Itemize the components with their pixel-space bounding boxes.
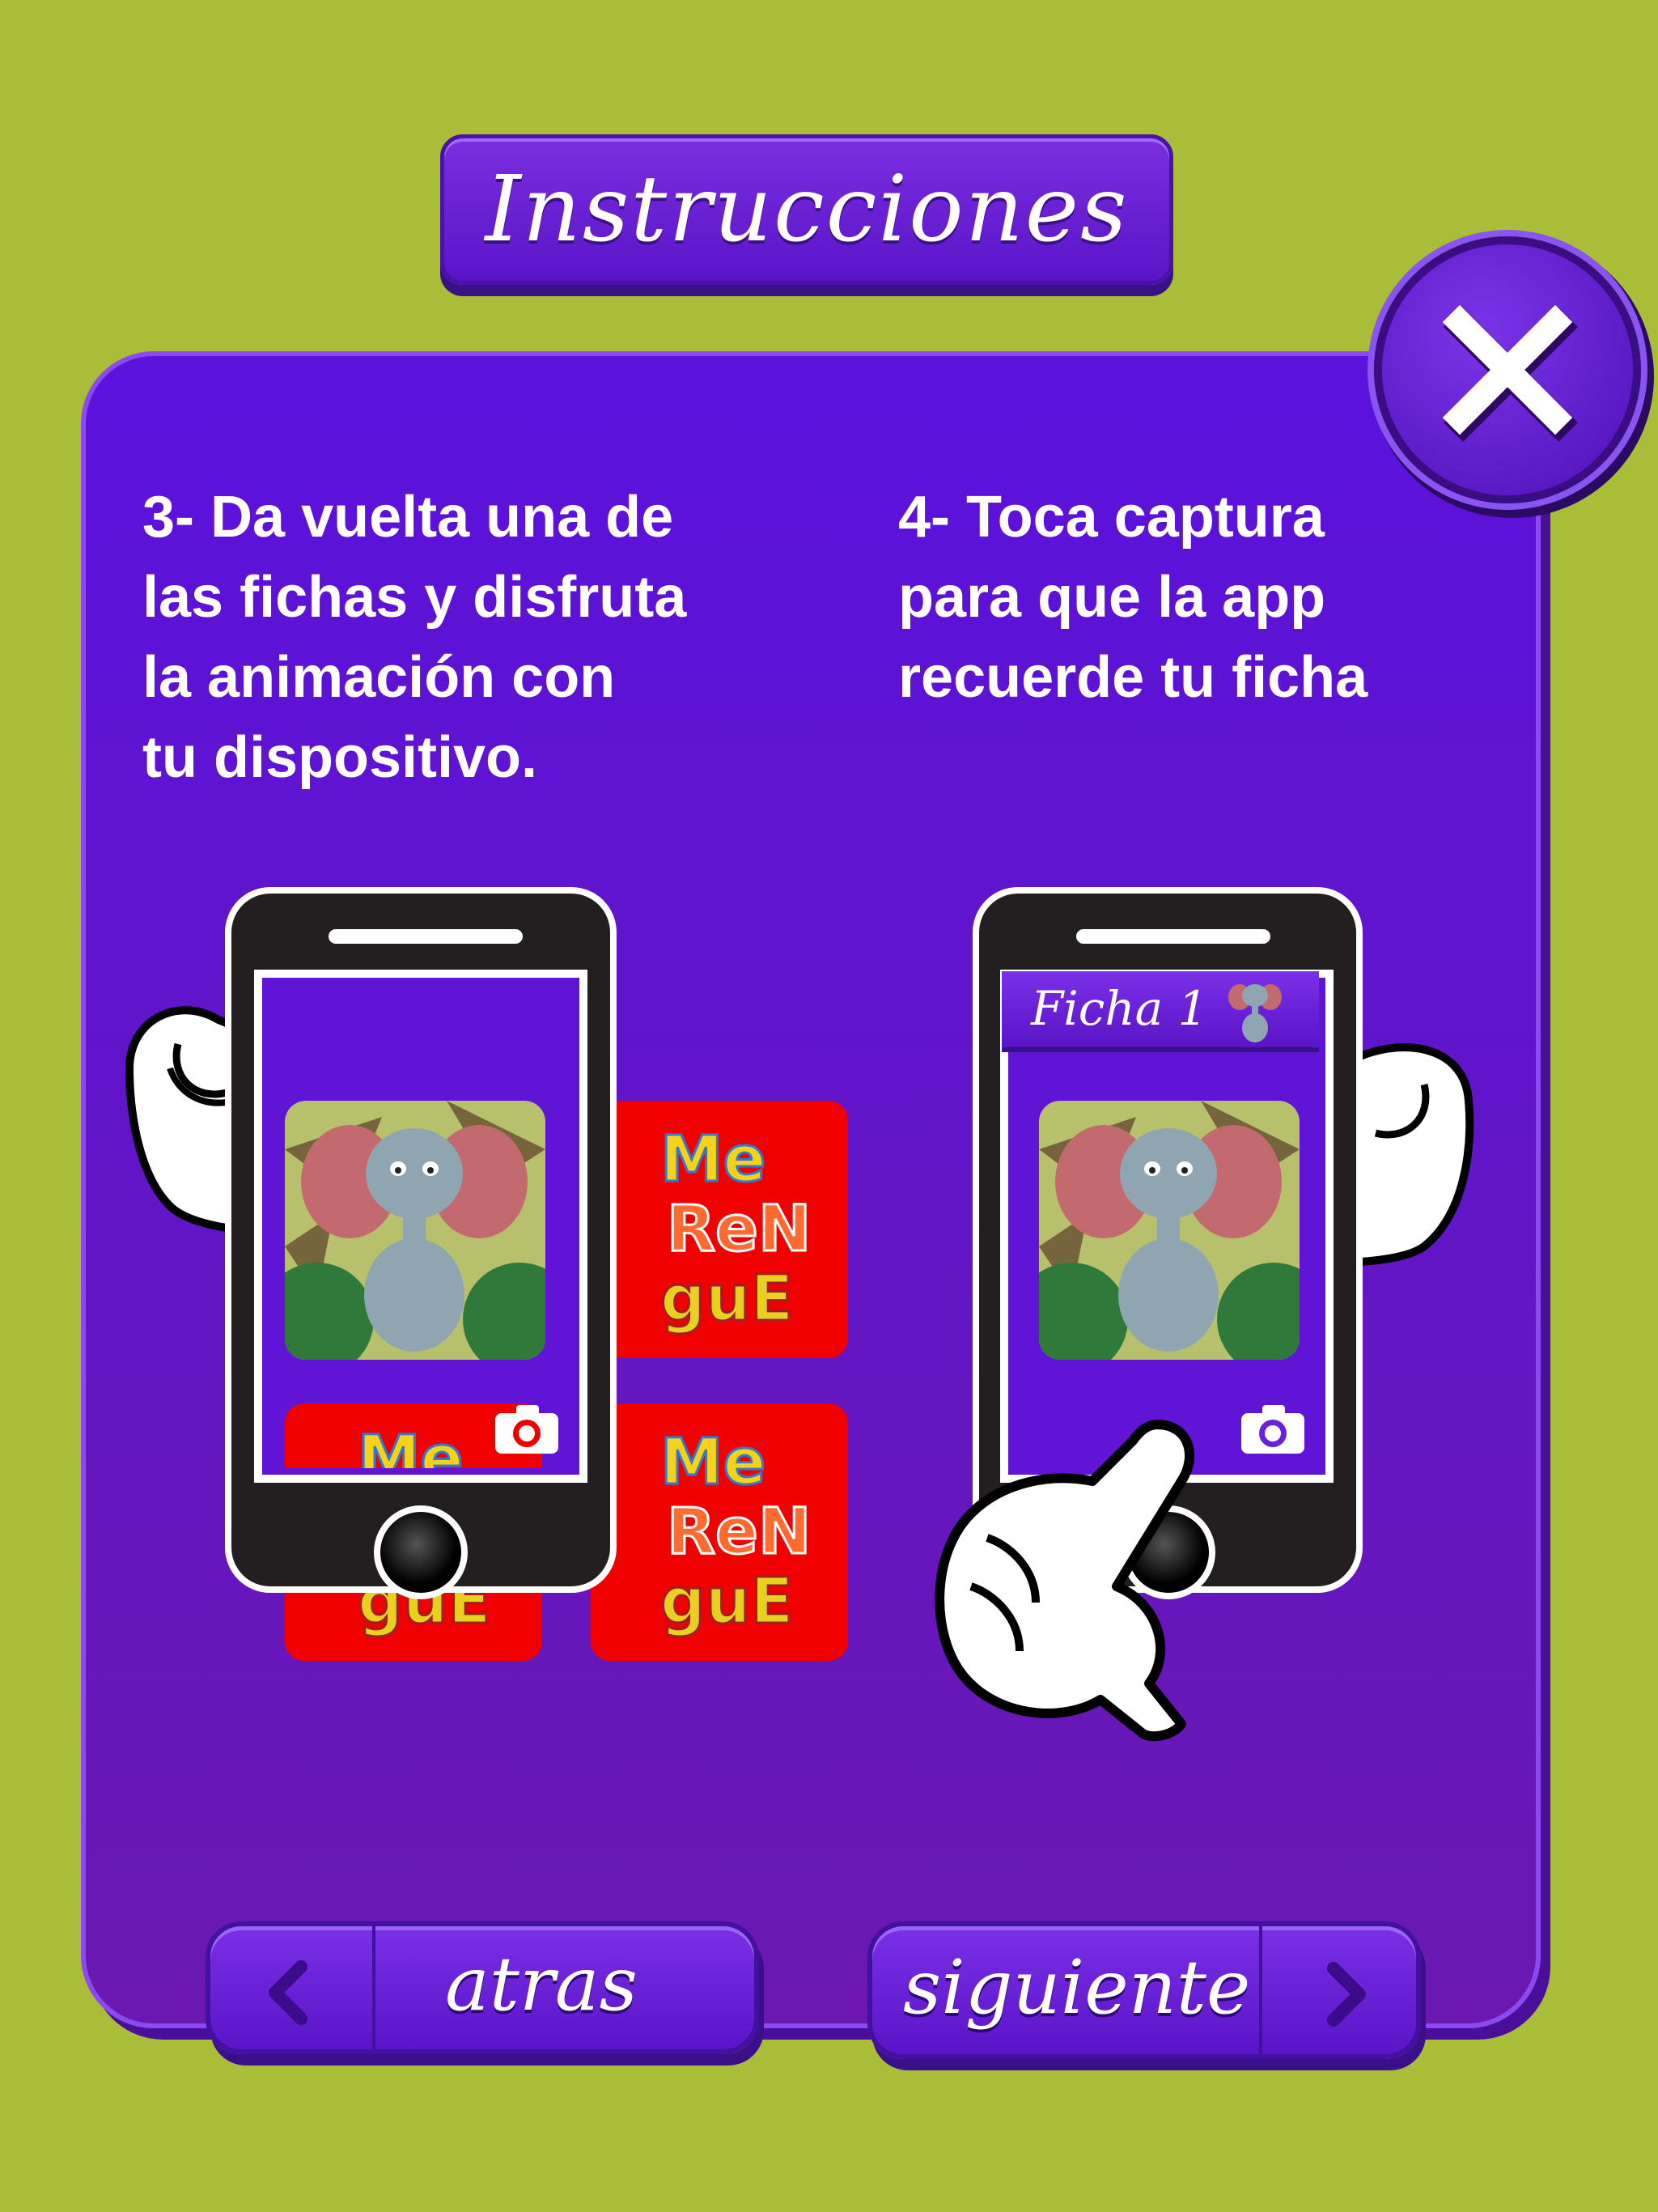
pointing-hand-icon <box>935 1420 1194 1742</box>
phone-speaker <box>1076 929 1270 944</box>
elephant-illustration <box>1039 1101 1300 1360</box>
button-divider <box>1259 1926 1262 2054</box>
phone-speaker <box>329 929 523 944</box>
memory-card: Me ReN guE <box>591 1101 848 1358</box>
next-label: siguiente <box>903 1944 1251 2031</box>
page-title: Instrucciones <box>485 157 1129 262</box>
card-label-bar: Ficha 1 <box>1002 971 1319 1047</box>
step-4-text: 4- Toca captura para que la app recuerde… <box>898 485 1368 710</box>
phone-right-screen-content: Ficha 1 <box>1002 971 1319 1468</box>
camera-icon[interactable] <box>494 1403 560 1455</box>
title-banner: Instrucciones <box>440 134 1173 285</box>
back-button[interactable]: atras <box>206 1921 759 2054</box>
elephant-illustration <box>285 1101 545 1360</box>
elephant-card <box>1039 1101 1300 1360</box>
elephant-card <box>285 1101 545 1360</box>
close-icon <box>1442 304 1579 443</box>
chevron-left-icon <box>269 1960 307 2025</box>
phone-left-screen-content: Me <box>264 971 578 1468</box>
card-label: Ficha 1 <box>1031 981 1208 1036</box>
memory-card: Me ReN guE <box>591 1403 848 1661</box>
elephant-thumbnail-icon <box>1228 984 1282 1042</box>
step-3-text: 3- Da vuelta una de las fichas y disfrut… <box>142 485 687 790</box>
next-button[interactable]: siguiente <box>867 1921 1421 2059</box>
home-button <box>374 1505 468 1599</box>
button-divider <box>372 1926 375 2049</box>
brand-logo: Me ReN guE <box>659 1123 812 1335</box>
brand-logo: Me ReN guE <box>659 1426 812 1638</box>
close-button[interactable] <box>1374 236 1641 503</box>
chevron-right-icon <box>1327 1962 1366 2027</box>
back-label: atras <box>445 1941 638 2027</box>
